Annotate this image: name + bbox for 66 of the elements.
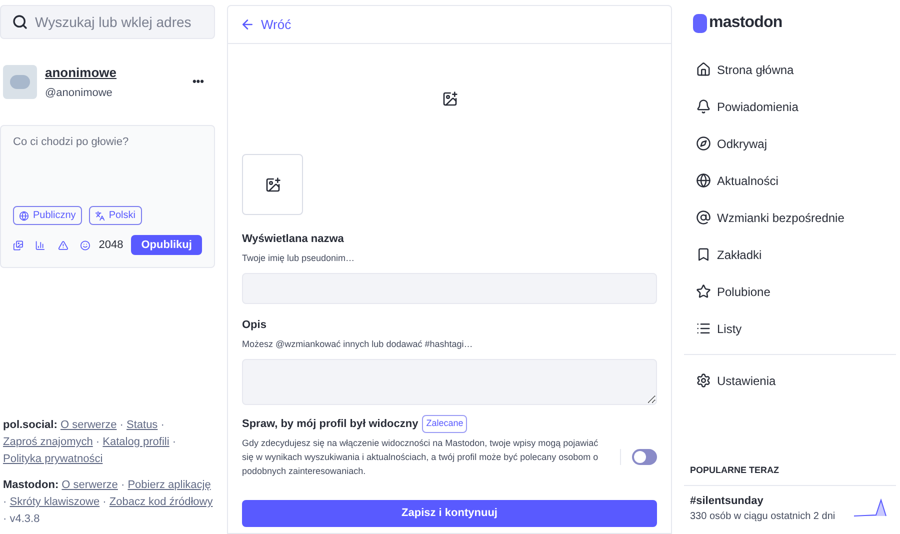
nav-item[interactable]: Polubione: [684, 273, 896, 310]
bookmark-icon: [696, 247, 711, 262]
language-button[interactable]: Polski: [88, 206, 142, 225]
recommended-badge: Zalecane: [422, 415, 468, 432]
footer-link[interactable]: Katalog profili: [102, 436, 170, 448]
display-name[interactable]: anonimowe: [45, 63, 192, 82]
avatar: [3, 65, 37, 99]
compose-panel[interactable]: Co ci chodzi po głowie? Publiczny Polski 2048 Opublikuj: [0, 125, 215, 268]
trending-title: POPULARNE TERAZ: [689, 464, 780, 477]
field-hint: Gdy zdecydujesz się na włączenie widoczności na Mastodon, twoje wpisy mogą pojawiać się w wynikach wyszukiwania i aktualnościach, a twój profil może być polecany osobom o podobnych zainteresowaniach.: [242, 436, 600, 478]
nav-item[interactable]: Listy: [684, 310, 896, 347]
footer-link[interactable]: O serwerze: [60, 419, 117, 431]
bell-icon: [696, 99, 711, 114]
logo-text[interactable]: mastodon: [709, 11, 782, 35]
list-icon: [696, 321, 711, 336]
field-hint: Możesz @wzmiankować innych lub dodawać #hashtagi…: [242, 338, 474, 351]
visibility-button[interactable]: Publiczny: [13, 206, 82, 225]
field-label: Opis: [242, 318, 268, 333]
footer-link[interactable]: Skróty klawiszowe: [10, 496, 100, 508]
publish-button[interactable]: Opublikuj: [131, 235, 202, 255]
nav-item[interactable]: Zakładki: [684, 236, 896, 273]
footer-text: Mastodon: O serwerze · Pobierz aplikację · Skróty klawiszowe · Zobacz kod źródłowy · v4.3.8: [3, 478, 214, 527]
footer-text: pol.social: O serwerze · Status · Zaproś znajomych · Katalog profili · Polityka prywatności: [3, 418, 178, 467]
hashtag-stats: 330 osób w ciągu ostatnich 2 dni: [690, 510, 836, 524]
footer-link[interactable]: Zaproś znajomych: [3, 436, 93, 448]
nav-item[interactable]: Strona główna: [684, 51, 896, 88]
footer-link[interactable]: Polityka prywatności: [3, 453, 103, 465]
display-name-input[interactable]: [242, 273, 657, 304]
nav-item[interactable]: Wzmianki bezpośrednie: [684, 199, 896, 236]
home-icon: [696, 62, 711, 77]
footer-link[interactable]: Status: [126, 419, 158, 431]
field-label: Spraw, by mój profil był widoczny: [242, 416, 418, 432]
footer-link[interactable]: Pobierz aplikację: [128, 479, 211, 491]
footer-link[interactable]: Zobacz kod źródłowy: [109, 496, 213, 508]
search-field[interactable]: Wyszukaj lub wklej adres: [0, 5, 215, 39]
images-icon[interactable]: [13, 238, 24, 252]
hashtag[interactable]: #silentsunday: [690, 492, 854, 509]
translate-icon: [94, 210, 105, 220]
save-continue-button[interactable]: Zapisz i kontynuuj: [242, 500, 657, 526]
account-handle: @anonimowe: [45, 86, 114, 100]
avatar-upload-button[interactable]: [242, 154, 303, 215]
warning-icon[interactable]: [58, 238, 68, 252]
more-button[interactable]: •••: [192, 74, 204, 90]
globe-icon: [19, 210, 29, 220]
back-button[interactable]: Wróć: [240, 14, 292, 34]
nav-item[interactable]: Ustawienia: [684, 362, 896, 399]
character-count: 2048: [98, 238, 124, 253]
visibility-toggle[interactable]: [632, 448, 657, 464]
logo-icon[interactable]: [693, 14, 707, 32]
smile-icon[interactable]: [80, 238, 91, 252]
at-sign-icon: [696, 210, 711, 225]
compass-icon: [696, 136, 711, 151]
add-image-icon[interactable]: [442, 91, 458, 107]
nav-item[interactable]: Odkrywaj: [684, 125, 896, 162]
bio-input[interactable]: [242, 359, 657, 405]
search-icon: [12, 14, 28, 30]
field-label: Wyświetlana nazwa: [242, 232, 345, 247]
nav-item[interactable]: Aktualności: [684, 162, 896, 199]
bar-chart-icon[interactable]: [35, 238, 46, 252]
add-image-icon: [264, 176, 280, 192]
star-icon: [696, 284, 711, 299]
footer-link[interactable]: O serwerze: [62, 479, 118, 491]
globe-icon: [696, 173, 711, 188]
settings-icon: [696, 373, 711, 388]
field-hint: Twoje imię lub pseudonim…: [242, 252, 356, 265]
nav-item[interactable]: Powiadomienia: [684, 88, 896, 125]
